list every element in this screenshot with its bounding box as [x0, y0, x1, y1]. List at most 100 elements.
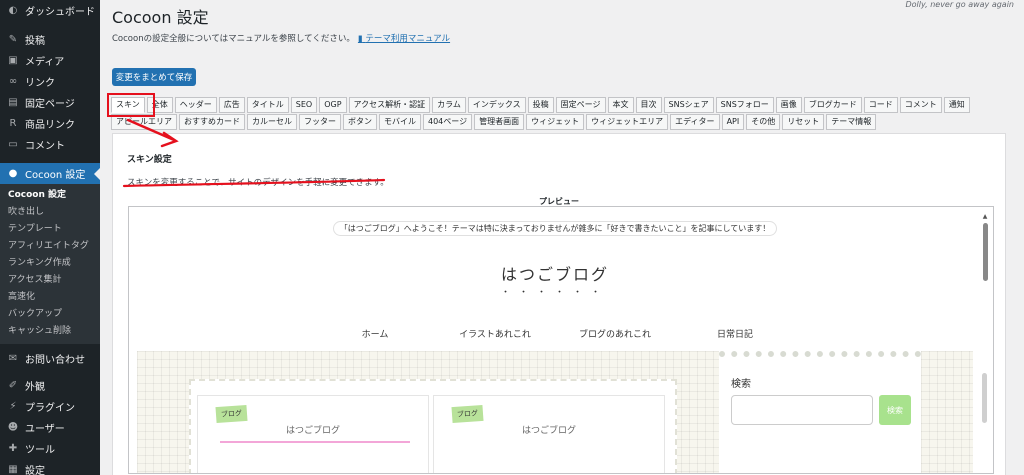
theme-manual-link-label: テーマ利用マニュアル: [365, 34, 451, 44]
sidebar-item-appearance[interactable]: ✐ 外観: [0, 375, 100, 396]
preview-notice-text: 「はつごブログ」へようこそ！テーマは特に決まっておりませんが雑多に「好きで書きた…: [332, 221, 778, 236]
preview-nav-illust[interactable]: イラストあれこれ: [435, 327, 555, 340]
tab-row2-12[interactable]: その他: [746, 114, 781, 130]
tab-row2-9[interactable]: ウィジェットエリア: [586, 114, 669, 130]
skin-settings-heading: スキン設定: [127, 155, 172, 165]
sidebar-item-cocoon-settings[interactable]: ● Cocoon 設定: [0, 163, 100, 184]
page-title: Cocoon 設定: [112, 8, 209, 27]
tab-row1-7[interactable]: アクセス解析・認証: [348, 97, 431, 113]
tab-row1-12[interactable]: 本文: [607, 97, 634, 113]
tab-row1-16[interactable]: 画像: [775, 97, 802, 113]
manual-notice-text: Cocoonの設定全般についてはマニュアルを参照してください。: [112, 34, 355, 44]
tab-row1-1[interactable]: 全体: [146, 97, 173, 113]
sidebar-item-settings[interactable]: ▦ 設定: [0, 459, 100, 475]
tab-row1-2[interactable]: ヘッダー: [174, 97, 217, 113]
tab-row2-3[interactable]: フッター: [299, 114, 341, 130]
tab-row2-2[interactable]: カルーセル: [247, 114, 297, 130]
tab-row2-8[interactable]: ウィジェット: [526, 114, 585, 130]
sidebar-item-comments[interactable]: ▭ コメント: [0, 134, 100, 155]
r-icon: R: [9, 118, 17, 129]
tab-row2-1[interactable]: おすすめカード: [179, 114, 245, 130]
tab-row1-10[interactable]: 投稿: [527, 97, 554, 113]
tab-row2-13[interactable]: リセット: [782, 114, 825, 130]
tab-row2-10[interactable]: エディター: [670, 114, 720, 130]
sidebar-item-links[interactable]: ∞ リンク: [0, 71, 100, 92]
tab-row1-17[interactable]: ブログカード: [803, 97, 862, 113]
preview-content-area: ブログ はつごブログ ブログ はつごブログ 検索 検索: [137, 351, 973, 473]
preview-category-badge: ブログ: [451, 404, 484, 424]
submenu-item-cache-clear[interactable]: キャッシュ削除: [0, 323, 100, 340]
submenu-item-template[interactable]: テンプレート: [0, 221, 100, 238]
skin-preview-frame[interactable]: 「はつごブログ」へようこそ！テーマは特に決まっておりませんが雑多に「好きで書きた…: [128, 206, 994, 474]
book-icon: ▮: [357, 34, 363, 44]
save-all-button[interactable]: 変更をまとめて保存: [112, 68, 196, 86]
preview-site-name: はつごブログ: [500, 265, 609, 284]
tab-row1-6[interactable]: OGP: [319, 97, 347, 113]
preview-nav: ホーム イラストあれこれ ブログのあれこれ 日常日記: [137, 327, 973, 340]
tab-row1-9[interactable]: インデックス: [467, 97, 526, 113]
tab-row1-8[interactable]: カラム: [432, 97, 466, 113]
tab-row1-3[interactable]: 広告: [218, 97, 245, 113]
sidebar-item-contact[interactable]: ✉ お問い合わせ: [0, 348, 100, 369]
preview-card-title: はつごブログ: [521, 426, 576, 436]
scrollbar-thumb[interactable]: [982, 223, 988, 281]
preview-site: 「はつごブログ」へようこそ！テーマは特に決まっておりませんが雑多に「好きで書きた…: [137, 213, 973, 473]
theme-manual-link[interactable]: ▮ テーマ利用マニュアル: [358, 34, 450, 44]
preview-article-card[interactable]: ブログ はつごブログ: [197, 395, 429, 473]
preview-nav-home[interactable]: ホーム: [315, 327, 435, 340]
sidebar-item-tools[interactable]: ✚ ツール: [0, 438, 100, 459]
submenu-item-access-stats[interactable]: アクセス集計: [0, 272, 100, 289]
scroll-up-icon[interactable]: ▲: [980, 213, 990, 221]
sidebar-item-product-links[interactable]: R 商品リンク: [0, 113, 100, 134]
preview-card-underline: [220, 441, 410, 443]
tab-row1-13[interactable]: 目次: [635, 97, 662, 113]
tab-row2-7[interactable]: 管理者画面: [474, 114, 525, 130]
tab-row2-6[interactable]: 404ページ: [423, 114, 473, 130]
scrollbar-thumb-secondary[interactable]: [982, 373, 987, 423]
wrench-icon: ✚: [8, 443, 18, 454]
tab-row1-5[interactable]: SEO: [290, 97, 318, 113]
tab-row1-15[interactable]: SNSフォロー: [715, 97, 774, 113]
tab-row1-19[interactable]: コメント: [899, 97, 942, 113]
submenu-item-affiliate-tag[interactable]: アフィリエイトタグ: [0, 238, 100, 255]
submenu-item-ranking[interactable]: ランキング作成: [0, 255, 100, 272]
preview-nav-diary[interactable]: 日常日記: [675, 327, 795, 340]
tab-row1-18[interactable]: コード: [863, 97, 898, 113]
sidebar-item-posts[interactable]: ✎ 投稿: [0, 29, 100, 50]
sidebar-item-plugins[interactable]: ⚡ プラグイン: [0, 396, 100, 417]
hello-dolly-lyric: Dolly, never go away again: [905, 0, 1015, 9]
submenu-item-backup[interactable]: バックアップ: [0, 306, 100, 323]
cocoon-icon: ●: [8, 168, 18, 179]
preview-search-input[interactable]: [731, 395, 873, 425]
preview-category-badge: ブログ: [215, 404, 248, 424]
tab-row1-14[interactable]: SNSシェア: [663, 97, 714, 113]
sidebar-item-pages[interactable]: ▤ 固定ページ: [0, 92, 100, 113]
tab-row2-11[interactable]: API: [721, 114, 745, 130]
preview-main-column: ブログ はつごブログ ブログ はつごブログ: [189, 379, 677, 473]
settings-tabs-row-1: スキン 全体 ヘッダー 広告 タイトル SEO OGP アクセス解析・認証 カラム インデックス投…: [111, 97, 972, 113]
preview-nav-blog[interactable]: ブログのあれこれ: [555, 327, 675, 340]
preview-sidebar: 検索 検索: [719, 351, 921, 473]
tab-row1-20[interactable]: 通知: [943, 97, 970, 113]
submenu-item-speed-up[interactable]: 高速化: [0, 289, 100, 306]
tab-row2-14[interactable]: テーマ情報: [826, 114, 877, 130]
tab-row1-11[interactable]: 固定ページ: [555, 97, 606, 113]
preview-site-dots: ・・・・・・: [500, 288, 609, 298]
tab-row2-0[interactable]: アピールエリア: [111, 114, 177, 130]
sidebar-item-users[interactable]: ☻ ユーザー: [0, 417, 100, 438]
admin-sidebar: ◐ ダッシュボード ✎ 投稿 ▣ メディア ∞ リンク ▤ 固定ページ R 商品リンク ▭ コ…: [0, 0, 100, 475]
preview-search-button[interactable]: 検索: [879, 395, 911, 425]
preview-card-title: はつごブログ: [285, 426, 340, 436]
sidebar-item-media[interactable]: ▣ メディア: [0, 50, 100, 71]
sidebar-item-dashboard[interactable]: ◐ ダッシュボード: [0, 0, 100, 21]
pin-icon: ✎: [8, 34, 18, 45]
preview-scrollbar[interactable]: ▲: [980, 213, 990, 469]
tab-row1-0[interactable]: スキン: [111, 97, 145, 113]
media-icon: ▣: [8, 55, 18, 66]
submenu-item-cocoon-settings[interactable]: Cocoon 設定: [0, 187, 100, 204]
tab-row1-4[interactable]: タイトル: [246, 97, 289, 113]
tab-row2-4[interactable]: ボタン: [343, 114, 377, 130]
preview-article-card[interactable]: ブログ はつごブログ: [433, 395, 665, 473]
submenu-item-speech-bubble[interactable]: 吹き出し: [0, 204, 100, 221]
tab-row2-5[interactable]: モバイル: [379, 114, 421, 130]
